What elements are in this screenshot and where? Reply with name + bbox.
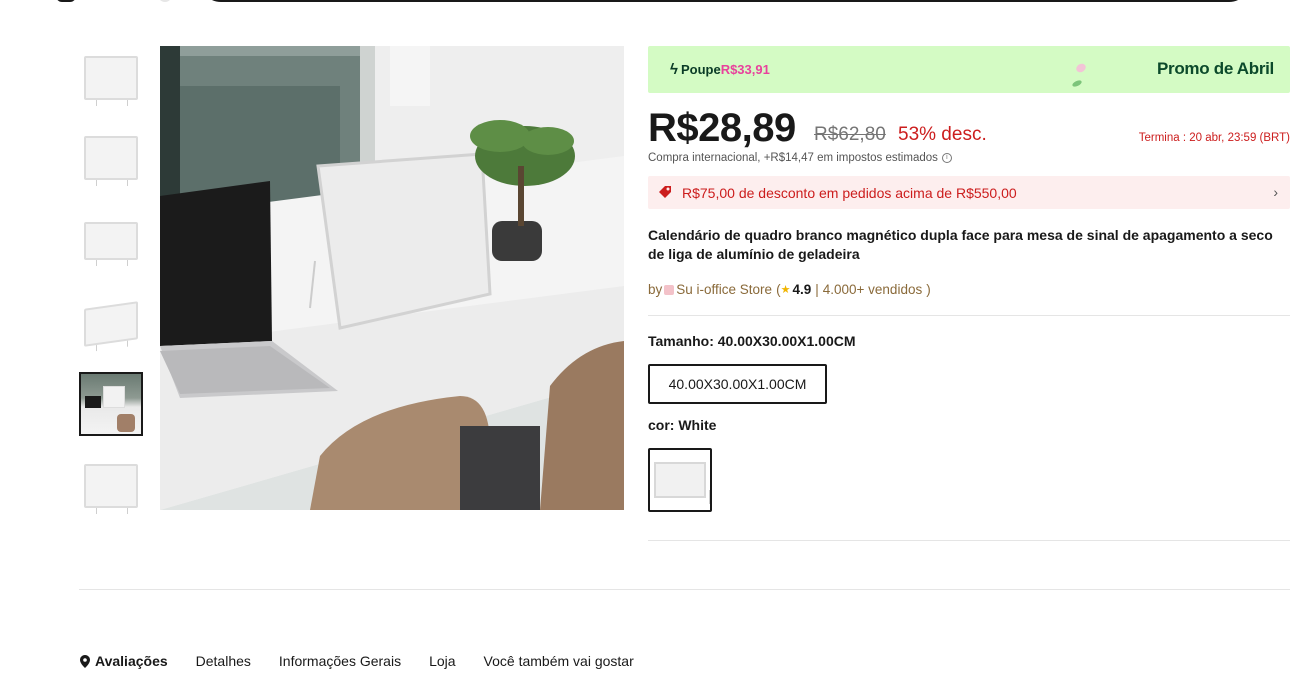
tab-avaliacoes[interactable]: Avaliações: [80, 653, 168, 669]
thumbnail-1[interactable]: [79, 46, 143, 110]
tab-label: Informações Gerais: [278, 653, 402, 669]
store-name[interactable]: Su i-office Store: [676, 282, 772, 297]
tab-informacoes-gerais[interactable]: Informações Gerais: [279, 653, 401, 669]
logo-accent: [158, 0, 172, 2]
color-label: cor: White: [648, 417, 717, 433]
thumbnail-6[interactable]: [79, 454, 143, 518]
leaf-decoration-icon: [1071, 79, 1083, 88]
chevron-right-icon: ›: [1273, 184, 1278, 200]
store-icon: [664, 284, 675, 295]
poupe-text: Poupe: [680, 62, 721, 77]
thumbnail-image: [84, 222, 138, 266]
savings-label: ϟ Poupe R$33,91: [670, 61, 770, 78]
thumbnail-image: [84, 56, 138, 106]
tab-label: Avaliações: [95, 653, 168, 669]
separator: |: [815, 282, 819, 297]
thumbnail-4[interactable]: [79, 292, 143, 356]
promo-title: Promo de Abril: [1156, 59, 1274, 78]
divider: [648, 540, 1290, 541]
tag-icon: [659, 186, 671, 198]
swatch-image: [654, 462, 710, 504]
price-row: R$28,89 R$62,80 53% desc. Termina : 20 a…: [648, 106, 1290, 150]
info-icon[interactable]: i: [941, 153, 952, 163]
close-paren: ): [926, 282, 931, 297]
by-text: by: [648, 282, 663, 297]
tab-detalhes[interactable]: Detalhes: [196, 653, 251, 669]
tax-text: Compra internacional, +R$14,47 em impost…: [648, 152, 938, 164]
promo-end-time: Termina : 20 abr, 23:59 (BRT): [1138, 132, 1290, 144]
size-label: Tamanho: 40.00X30.00X1.00CM: [648, 333, 856, 349]
thumbnail-3[interactable]: [79, 209, 143, 273]
logo[interactable]: [56, 0, 76, 2]
thumbnail-image: [81, 374, 141, 434]
top-bar: [0, 0, 1310, 10]
section-divider: [79, 589, 1290, 590]
savings-amount: R$33,91: [720, 62, 770, 77]
thumbnail-image: [84, 136, 138, 186]
thumbnail-2[interactable]: [79, 126, 143, 190]
tab-loja[interactable]: Loja: [429, 653, 455, 669]
size-option-selected[interactable]: 40.00X30.00X1.00CM: [648, 364, 827, 404]
promo-banner[interactable]: ϟ Poupe R$33,91 Promo de Abril: [648, 46, 1290, 93]
thumbnail-5-selected[interactable]: [79, 372, 143, 436]
thumbnail-image: [84, 464, 138, 514]
petal-decoration-icon: [1074, 62, 1088, 74]
lightning-icon: ϟ: [670, 61, 678, 78]
section-tabs: Avaliações Detalhes Informações Gerais L…: [80, 653, 662, 669]
original-price: R$62,80: [814, 124, 886, 145]
star-icon: ★: [780, 284, 791, 296]
coupon-banner[interactable]: R$75,00 de desconto em pedidos acima de …: [648, 176, 1290, 209]
tab-label: Você também vai gostar: [483, 653, 634, 669]
tab-label: Detalhes: [195, 653, 251, 669]
thumbnail-image: [84, 301, 138, 347]
discount-percent: 53% desc.: [898, 124, 987, 145]
current-price: R$28,89: [648, 106, 796, 150]
divider: [648, 315, 1290, 316]
tab-voce-tambem-vai-gostar[interactable]: Você também vai gostar: [484, 653, 634, 669]
tax-info: Compra internacional, +R$14,47 em impost…: [648, 152, 952, 164]
tab-label: Loja: [429, 653, 456, 669]
sold-count: 4.000+ vendidos: [822, 282, 923, 297]
color-swatch-white[interactable]: [648, 448, 712, 512]
coupon-text: R$75,00 de desconto em pedidos acima de …: [682, 185, 1017, 201]
location-pin-icon: [80, 654, 90, 668]
store-rating: 4.9: [792, 282, 812, 297]
main-product-image[interactable]: [160, 46, 624, 510]
product-title: Calendário de quadro branco magnético du…: [648, 227, 1273, 262]
store-info: by Su i-office Store ( ★ 4.9 | 4.000+ ve…: [648, 282, 931, 297]
search-bar[interactable]: [200, 0, 1250, 2]
